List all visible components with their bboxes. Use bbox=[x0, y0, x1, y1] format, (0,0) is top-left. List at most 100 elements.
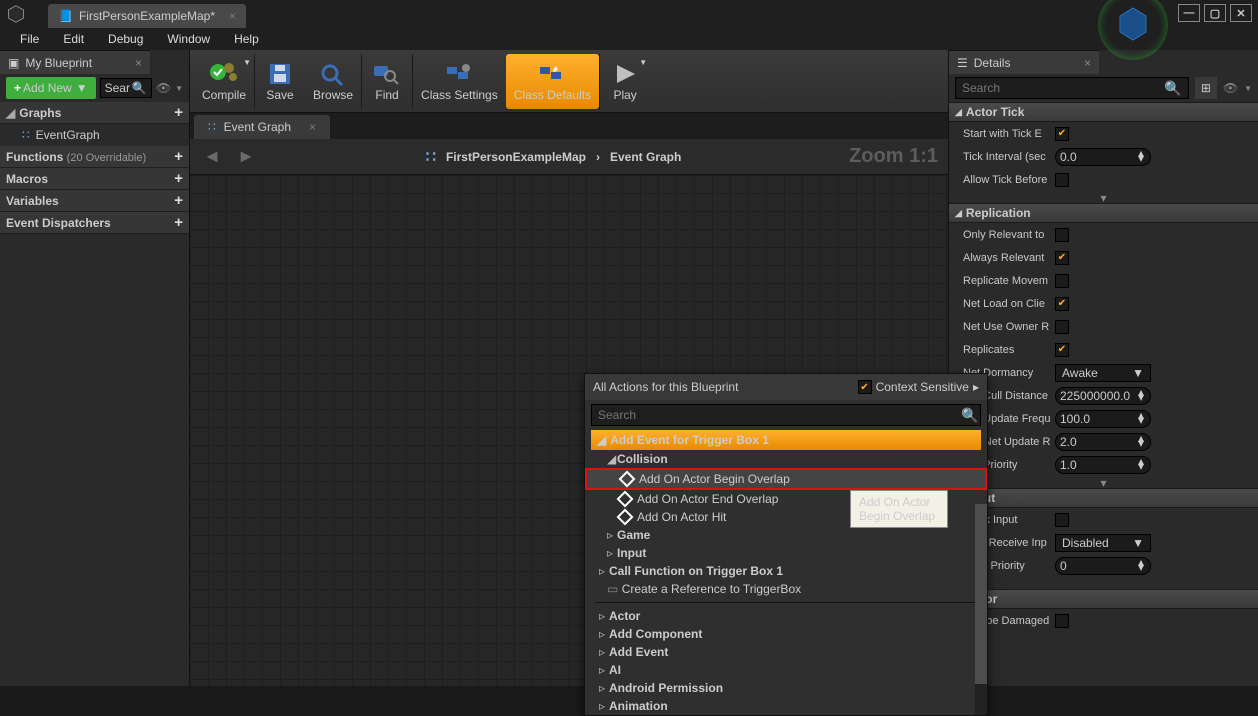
create-reference-item[interactable]: ▭ Create a Reference to TriggerBox bbox=[585, 580, 987, 598]
find-button[interactable]: Find bbox=[361, 54, 412, 109]
net-cull-field[interactable]: 225000000.0▴▾ bbox=[1055, 387, 1151, 405]
save-button[interactable]: Save bbox=[254, 54, 305, 109]
details-search[interactable]: Search 🔍 bbox=[955, 77, 1189, 99]
close-icon[interactable]: × bbox=[309, 120, 316, 134]
breadcrumb-root[interactable]: FirstPersonExampleMap bbox=[446, 150, 586, 164]
eye-icon[interactable]: 👁 bbox=[156, 81, 171, 95]
breadcrumb-child[interactable]: Event Graph bbox=[610, 150, 681, 164]
eye-icon[interactable]: 👁 bbox=[1223, 81, 1238, 95]
input-category[interactable]: ▹Input bbox=[585, 544, 987, 562]
replication-section[interactable]: ◢Replication bbox=[949, 203, 1258, 223]
add-event-header[interactable]: ◢ Add Event for Trigger Box 1 bbox=[591, 430, 981, 450]
net-update-field[interactable]: 100.0▴▾ bbox=[1055, 410, 1151, 428]
context-search[interactable]: 🔍 bbox=[591, 404, 981, 426]
actor-category[interactable]: ▹Actor bbox=[585, 607, 987, 625]
net-dormancy-combo[interactable]: Awake▼ bbox=[1055, 364, 1151, 382]
ai-category[interactable]: ▹AI bbox=[585, 661, 987, 679]
chevron-down-icon[interactable]: ▼ bbox=[175, 84, 183, 93]
replicates-checkbox[interactable]: ✔ bbox=[1055, 343, 1069, 357]
context-search-input[interactable] bbox=[592, 405, 960, 425]
replication-label: Replication bbox=[966, 206, 1031, 220]
functions-category[interactable]: Functions (20 Overridable) + bbox=[0, 146, 189, 168]
expand-icon[interactable]: ▾ bbox=[949, 476, 1258, 488]
close-icon[interactable]: × bbox=[1084, 56, 1091, 70]
macros-category[interactable]: Macros + bbox=[0, 168, 189, 190]
maximize-button[interactable]: ▢ bbox=[1204, 4, 1226, 22]
event-dispatchers-category[interactable]: Event Dispatchers + bbox=[0, 212, 189, 234]
source-control-icon[interactable] bbox=[1098, 0, 1168, 60]
expand-icon[interactable]: ▾ bbox=[949, 191, 1258, 203]
nav-forward-button[interactable]: ► bbox=[234, 145, 258, 169]
add-event-category[interactable]: ▹Add Event bbox=[585, 643, 987, 661]
menu-help[interactable]: Help bbox=[224, 30, 269, 48]
play-button[interactable]: Play ▼ bbox=[599, 54, 650, 109]
context-sensitive-toggle[interactable]: ✔ Context Sensitive ▸ bbox=[858, 380, 979, 394]
input-priority-field[interactable]: 0▴▾ bbox=[1055, 557, 1151, 575]
plus-icon[interactable]: + bbox=[174, 192, 183, 209]
event-icon bbox=[617, 509, 634, 526]
net-priority-field[interactable]: 1.0▴▾ bbox=[1055, 456, 1151, 474]
nav-back-button[interactable]: ◄ bbox=[200, 145, 224, 169]
block-input-checkbox[interactable] bbox=[1055, 513, 1069, 527]
allow-tick-before-checkbox[interactable] bbox=[1055, 173, 1069, 187]
tooltip: Add On Actor Begin Overlap bbox=[850, 490, 948, 528]
window-title: FirstPersonExampleMap* bbox=[79, 9, 215, 23]
menu-edit[interactable]: Edit bbox=[53, 30, 94, 48]
browse-button[interactable]: Browse bbox=[305, 54, 361, 109]
net-priority-value: 1.0 bbox=[1060, 458, 1077, 472]
call-function-category[interactable]: ▹Call Function on Trigger Box 1 bbox=[585, 562, 987, 580]
scrollbar-thumb[interactable] bbox=[975, 504, 987, 684]
can-be-damaged-checkbox[interactable] bbox=[1055, 614, 1069, 628]
plus-icon[interactable]: + bbox=[174, 214, 183, 231]
graphs-category[interactable]: ◢Graphs + bbox=[0, 102, 189, 124]
android-category[interactable]: ▹Android Permission bbox=[585, 679, 987, 697]
add-component-category[interactable]: ▹Add Component bbox=[585, 625, 987, 643]
chevron-down-icon[interactable]: ▼ bbox=[1244, 84, 1252, 93]
only-relevant-checkbox[interactable] bbox=[1055, 228, 1069, 242]
menu-window[interactable]: Window bbox=[157, 30, 220, 48]
close-icon[interactable]: × bbox=[229, 9, 236, 23]
chevron-down-icon[interactable]: ▼ bbox=[243, 58, 251, 67]
event-graph-item[interactable]: ∷ EventGraph bbox=[0, 124, 189, 146]
close-icon[interactable]: × bbox=[135, 56, 142, 70]
menu-debug[interactable]: Debug bbox=[98, 30, 153, 48]
auto-receive-combo[interactable]: Disabled▼ bbox=[1055, 534, 1151, 552]
graph-canvas[interactable]: RINT All Actions for this Blueprint ✔ Co… bbox=[190, 175, 948, 686]
class-defaults-button[interactable]: Class Defaults bbox=[506, 54, 599, 109]
always-relevant-label: Always Relevant bbox=[963, 252, 1055, 264]
begin-overlap-item[interactable]: Add On Actor Begin Overlap bbox=[585, 468, 987, 490]
net-use-owner-checkbox[interactable] bbox=[1055, 320, 1069, 334]
property-matrix-button[interactable]: ⊞ bbox=[1195, 77, 1217, 99]
reference-icon: ▭ bbox=[607, 582, 618, 596]
net-load-checkbox[interactable]: ✔ bbox=[1055, 297, 1069, 311]
min-net-update-value: 2.0 bbox=[1060, 435, 1077, 449]
replicate-move-checkbox[interactable] bbox=[1055, 274, 1069, 288]
my-blueprint-search[interactable]: Sear 🔍 bbox=[100, 78, 152, 98]
start-tick-checkbox[interactable]: ✔ bbox=[1055, 127, 1069, 141]
plus-icon[interactable]: + bbox=[174, 104, 183, 121]
compile-button[interactable]: Compile ▼ bbox=[194, 54, 254, 109]
details-tab[interactable]: ☰ Details × bbox=[949, 50, 1099, 74]
actor-section[interactable]: ◢Actor bbox=[949, 589, 1258, 609]
plus-icon[interactable]: + bbox=[174, 148, 183, 165]
game-category[interactable]: ▹Game bbox=[585, 526, 987, 544]
collision-category[interactable]: ◢Collision bbox=[585, 450, 987, 468]
minimize-button[interactable]: — bbox=[1178, 4, 1200, 22]
variables-category[interactable]: Variables + bbox=[0, 190, 189, 212]
animation-category[interactable]: ▹Animation bbox=[585, 697, 987, 715]
my-blueprint-tab[interactable]: ▣ My Blueprint × bbox=[0, 50, 150, 74]
chevron-down-icon[interactable]: ▼ bbox=[639, 58, 647, 67]
event-graph-tab[interactable]: ∷ Event Graph × bbox=[194, 115, 330, 139]
min-net-update-field[interactable]: 2.0▴▾ bbox=[1055, 433, 1151, 451]
window-buttons: — ▢ ✕ bbox=[1168, 0, 1258, 26]
actor-tick-section[interactable]: ◢Actor Tick bbox=[949, 102, 1258, 122]
always-relevant-checkbox[interactable]: ✔ bbox=[1055, 251, 1069, 265]
close-button[interactable]: ✕ bbox=[1230, 4, 1252, 22]
add-new-button[interactable]: + Add New ▼ bbox=[6, 77, 96, 99]
window-tab[interactable]: 📘 FirstPersonExampleMap* × bbox=[48, 4, 246, 28]
input-section[interactable]: ◢Input bbox=[949, 488, 1258, 508]
menu-file[interactable]: File bbox=[10, 30, 49, 48]
plus-icon[interactable]: + bbox=[174, 170, 183, 187]
tick-interval-field[interactable]: 0.0▴▾ bbox=[1055, 148, 1151, 166]
class-settings-button[interactable]: Class Settings bbox=[412, 54, 506, 109]
